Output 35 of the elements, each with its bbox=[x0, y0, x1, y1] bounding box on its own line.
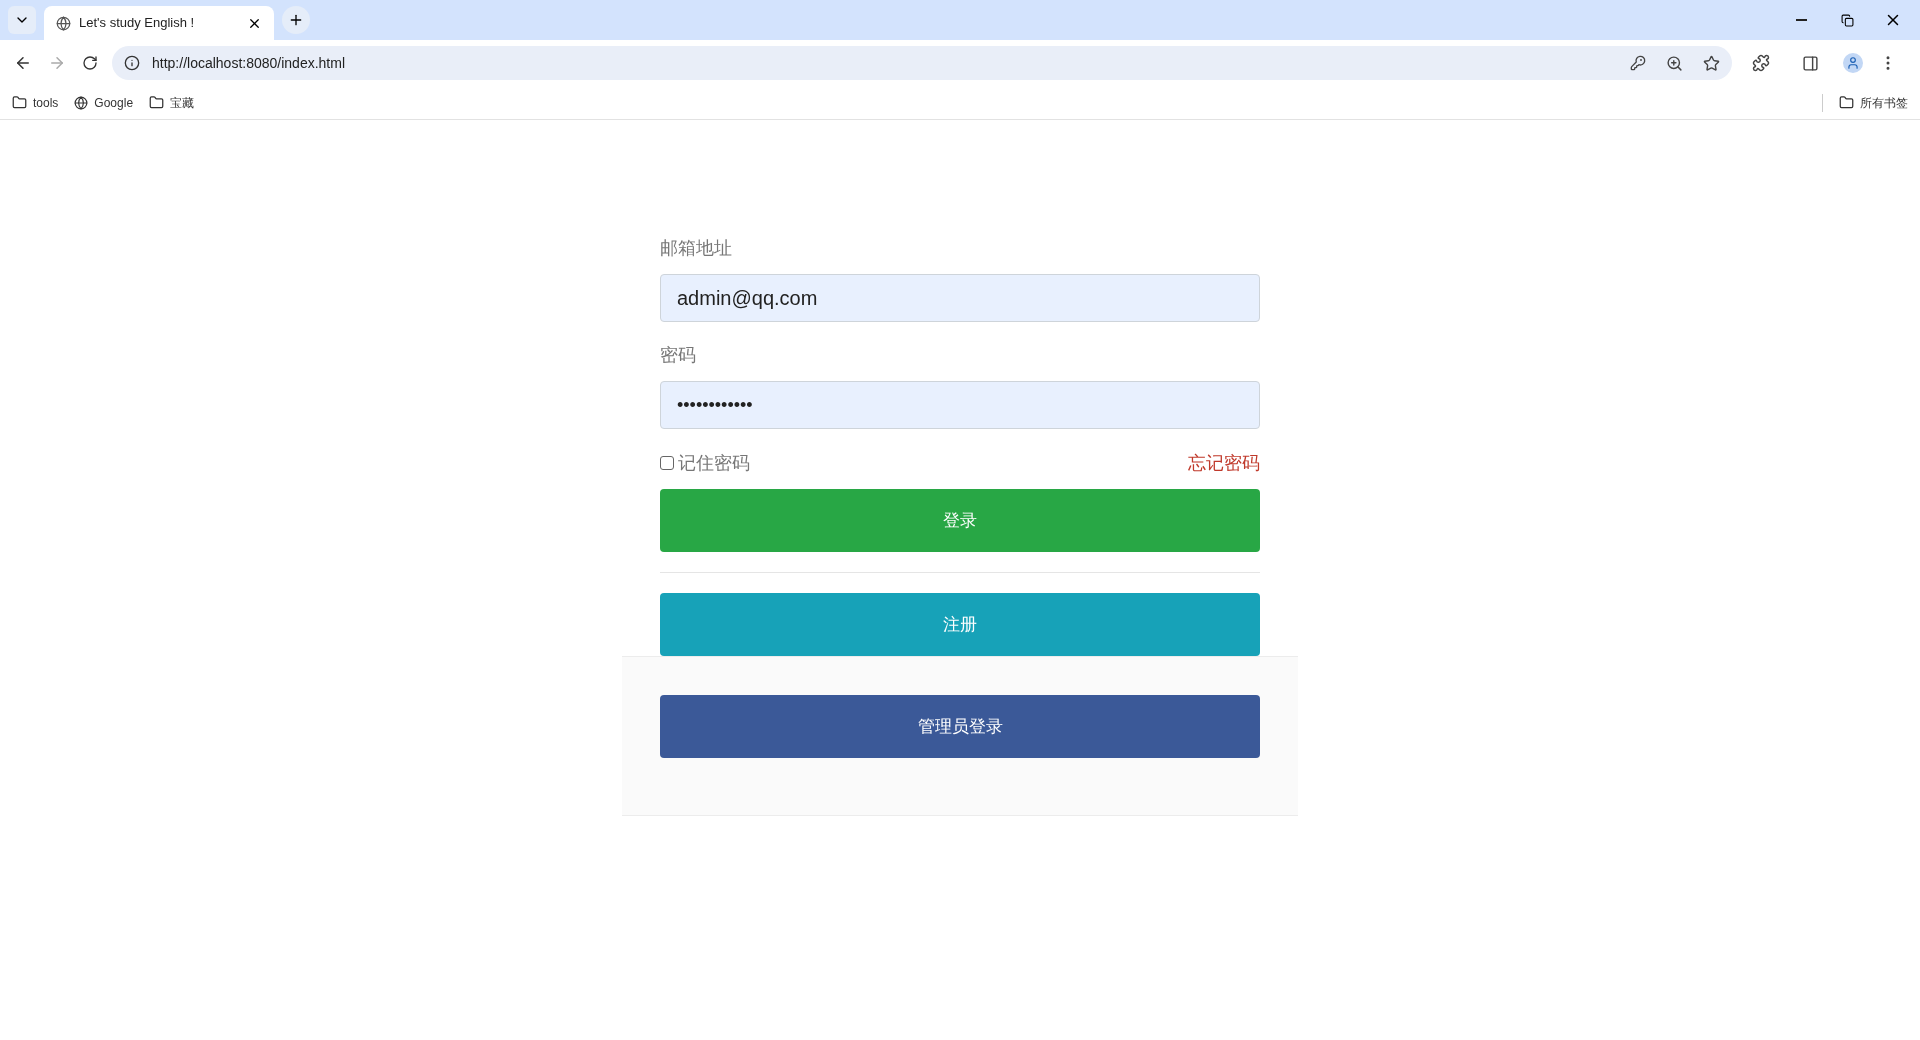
browser-tab[interactable]: Let's study English ! bbox=[44, 6, 274, 40]
email-label: 邮箱地址 bbox=[660, 237, 733, 260]
back-icon[interactable] bbox=[14, 54, 32, 72]
minimize-icon bbox=[1795, 19, 1807, 21]
reload-icon[interactable] bbox=[82, 55, 98, 71]
all-bookmarks-item[interactable]: 所有书签 bbox=[1839, 93, 1908, 112]
remember-checkbox[interactable] bbox=[660, 456, 674, 470]
zoom-icon[interactable] bbox=[1666, 54, 1683, 72]
restore-icon bbox=[1840, 13, 1854, 27]
globe-icon bbox=[56, 15, 71, 31]
new-tab-button[interactable] bbox=[282, 6, 310, 34]
email-field[interactable]: admin@qq.com bbox=[660, 274, 1260, 322]
folder-icon bbox=[149, 95, 165, 110]
password-label: 密码 bbox=[660, 344, 697, 367]
admin-login-button[interactable]: 管理员登录 bbox=[660, 695, 1260, 758]
extensions-icon[interactable] bbox=[1752, 54, 1770, 72]
bookmark-item[interactable]: 宝藏 bbox=[149, 93, 195, 112]
address-bar[interactable]: http://localhost:8080/index.html bbox=[112, 46, 1732, 80]
info-icon bbox=[124, 55, 140, 71]
url-text: http://localhost:8080/index.html bbox=[152, 53, 346, 73]
profile-icon[interactable] bbox=[1843, 53, 1863, 73]
key-icon[interactable] bbox=[1630, 55, 1646, 71]
bookmark-item[interactable]: Google bbox=[74, 93, 134, 112]
globe-icon bbox=[74, 95, 89, 110]
plus-icon bbox=[288, 12, 304, 28]
password-field[interactable]: •••••••••••• bbox=[660, 381, 1260, 429]
side-panel-icon[interactable] bbox=[1802, 54, 1819, 72]
folder-icon bbox=[12, 95, 27, 110]
tab-list-button[interactable] bbox=[8, 6, 36, 34]
star-icon[interactable] bbox=[1703, 54, 1720, 72]
tab-title: Let's study English ! bbox=[79, 14, 196, 33]
forgot-password-link[interactable]: 忘记密码 bbox=[1188, 449, 1260, 477]
bookmark-item[interactable]: tools bbox=[12, 93, 59, 112]
remember-label: 记住密码 bbox=[678, 451, 750, 475]
folder-icon bbox=[1839, 95, 1854, 110]
